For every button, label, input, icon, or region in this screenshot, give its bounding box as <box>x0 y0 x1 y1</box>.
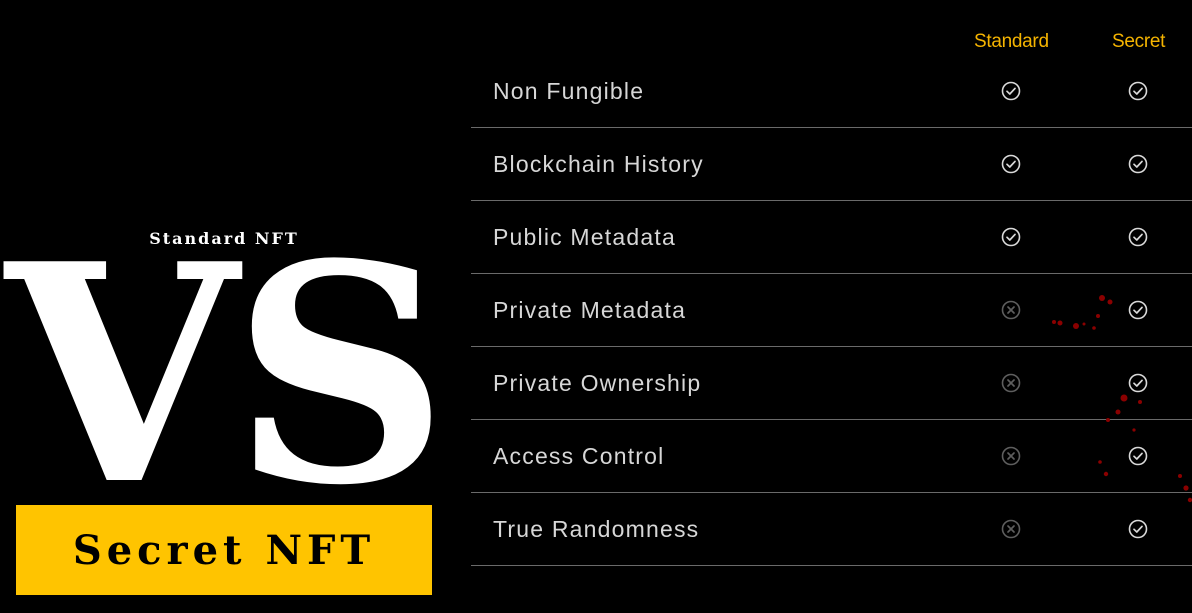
column-header-secret: Secret <box>1112 31 1166 52</box>
check-icon <box>1001 227 1021 247</box>
row-label: Private Metadata <box>493 297 687 323</box>
row-label: True Randomness <box>493 516 700 542</box>
comparison-table: Standard Secret Non Fungible Blockchain … <box>471 0 1192 613</box>
comparison-rows: Non Fungible Blockchain History Public M… <box>471 55 1192 566</box>
check-icon <box>1001 81 1021 101</box>
standard-status-icon <box>1001 154 1021 174</box>
secret-status-icon <box>1128 373 1148 393</box>
check-icon <box>1128 300 1148 320</box>
check-icon <box>1128 519 1148 539</box>
row-label: Access Control <box>493 443 665 469</box>
table-row: Access Control <box>471 420 1192 493</box>
table-row: Blockchain History <box>471 128 1192 201</box>
column-header-standard: Standard <box>974 31 1049 52</box>
check-icon <box>1128 373 1148 393</box>
cross-icon <box>1001 446 1021 466</box>
standard-status-icon <box>1001 227 1021 247</box>
check-icon <box>1128 227 1148 247</box>
row-label: Blockchain History <box>493 151 704 177</box>
row-label: Non Fungible <box>493 78 645 104</box>
standard-status-icon <box>1001 300 1021 320</box>
secret-status-icon <box>1128 154 1148 174</box>
table-row: Private Metadata <box>471 274 1192 347</box>
check-icon <box>1128 81 1148 101</box>
standard-status-icon <box>1001 446 1021 466</box>
standard-status-icon <box>1001 373 1021 393</box>
check-icon <box>1128 446 1148 466</box>
secret-status-icon <box>1128 81 1148 101</box>
hero-panel: Standard NFT VS Secret NFT <box>0 0 460 613</box>
row-label: Public Metadata <box>493 224 676 250</box>
table-row: Public Metadata <box>471 201 1192 274</box>
cross-icon <box>1001 373 1021 393</box>
secret-nft-banner-text: Secret NFT <box>72 526 376 574</box>
check-icon <box>1128 154 1148 174</box>
table-row: True Randomness <box>471 493 1192 566</box>
secret-nft-banner: Secret NFT <box>16 505 432 595</box>
cross-icon <box>1001 300 1021 320</box>
row-label: Private Ownership <box>493 370 702 396</box>
standard-status-icon <box>1001 81 1021 101</box>
secret-status-icon <box>1128 300 1148 320</box>
table-row: Non Fungible <box>471 55 1192 128</box>
check-icon <box>1001 154 1021 174</box>
secret-status-icon <box>1128 446 1148 466</box>
cross-icon <box>1001 519 1021 539</box>
vs-heading: VS <box>5 198 448 551</box>
secret-status-icon <box>1128 519 1148 539</box>
standard-status-icon <box>1001 519 1021 539</box>
secret-status-icon <box>1128 227 1148 247</box>
table-row: Private Ownership <box>471 347 1192 420</box>
